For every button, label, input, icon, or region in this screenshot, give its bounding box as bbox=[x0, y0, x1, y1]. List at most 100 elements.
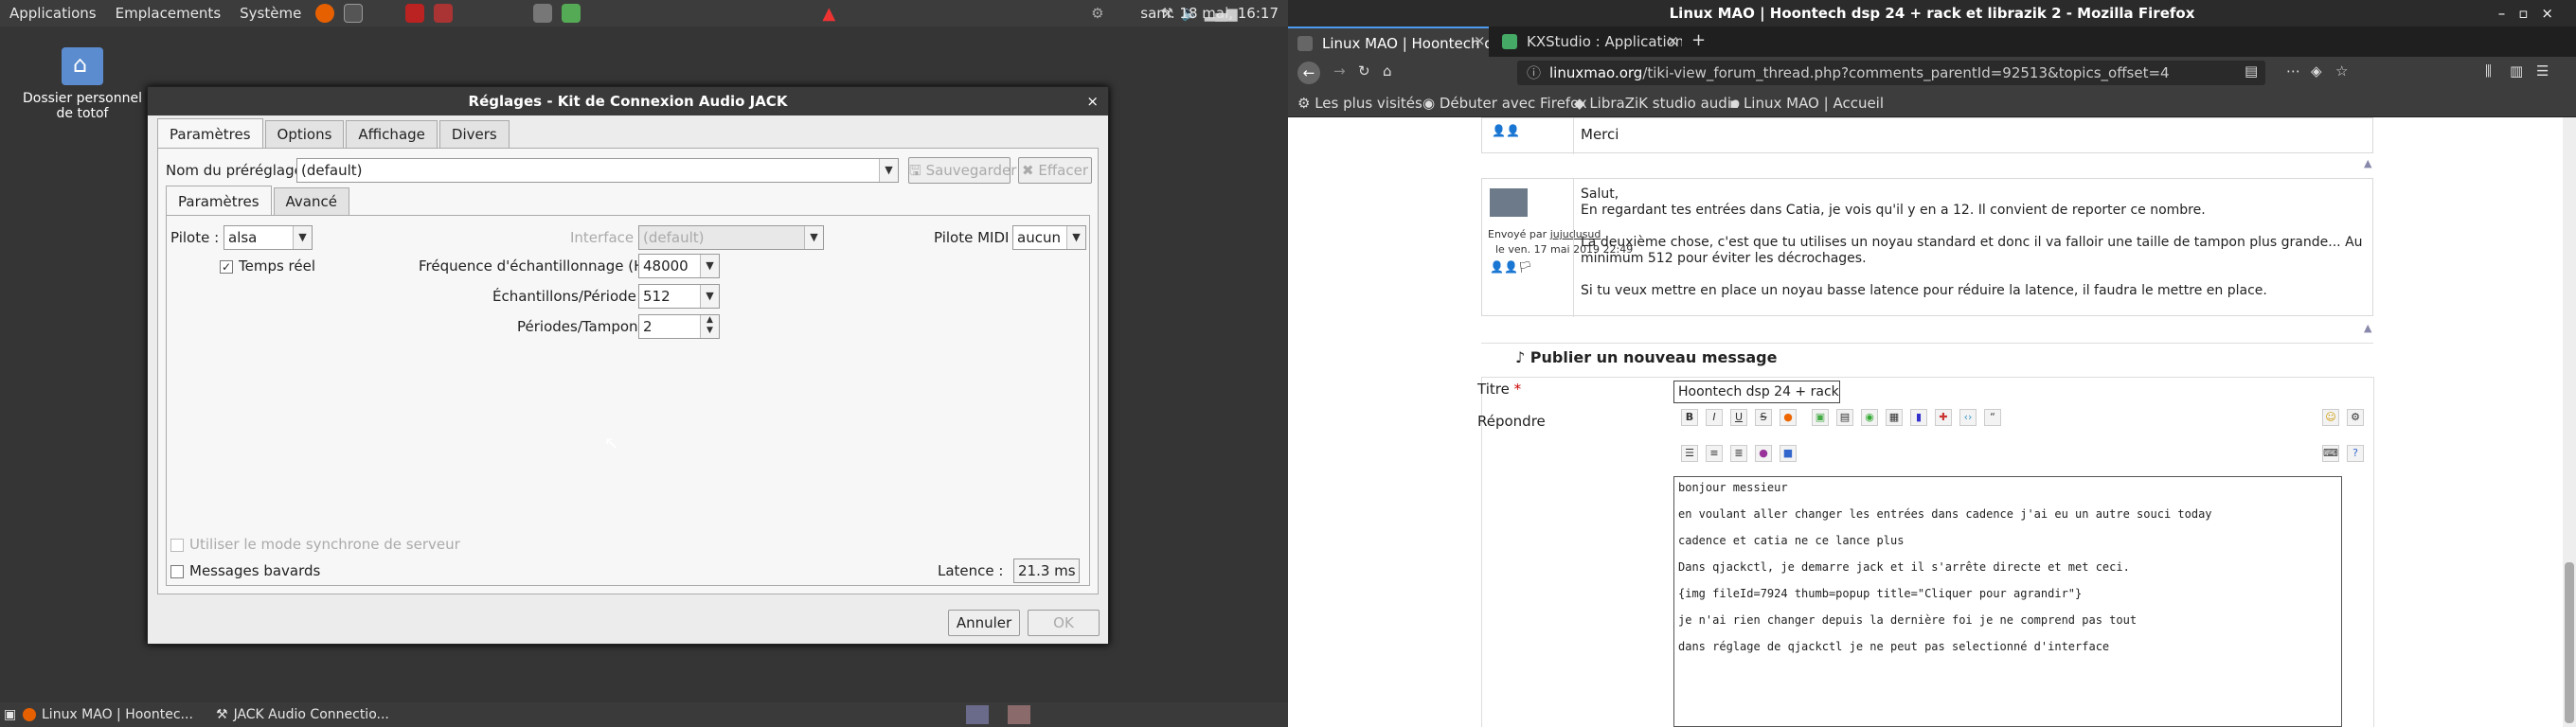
taskbar-item-qjackctl[interactable]: ⚒ JACK Audio Connectio... bbox=[216, 705, 389, 724]
verbose-checkbox[interactable]: Messages bavards bbox=[170, 559, 320, 583]
close-tab-icon[interactable]: × bbox=[1474, 32, 1486, 49]
app-launcher-icon[interactable] bbox=[405, 4, 425, 23]
close-icon[interactable]: × bbox=[1086, 87, 1099, 115]
firefox-icon bbox=[23, 708, 36, 721]
parameters-subpanel: Pilote : alsa ▼ ✓ Temps réel Interface : (… bbox=[166, 215, 1090, 586]
special-char-icon[interactable]: ● bbox=[1755, 445, 1772, 462]
reload-icon[interactable]: ↻ bbox=[1358, 62, 1370, 80]
tab-affichage[interactable]: Affichage bbox=[346, 120, 438, 148]
driver-combo[interactable]: alsa ▼ bbox=[224, 225, 313, 250]
library-icon[interactable]: ⫼ bbox=[2485, 62, 2492, 80]
flag-uk-icon[interactable]: ✚ bbox=[1935, 409, 1952, 426]
bookmark-most-visited[interactable]: ⚙ Les plus visités bbox=[1297, 89, 1422, 117]
spin-arrows-icon[interactable]: ▲ ▼ bbox=[700, 315, 719, 338]
underline-icon[interactable]: U bbox=[1730, 409, 1747, 426]
bookmark-star-icon[interactable]: ☆ bbox=[2335, 62, 2348, 80]
tray-settings-icon[interactable]: ⚙ bbox=[1091, 5, 1103, 22]
firefox-titlebar[interactable]: Linux MAO | Hoontech dsp 24 + rack et li… bbox=[1288, 0, 2576, 27]
workspace-2-icon[interactable] bbox=[1008, 705, 1030, 724]
samplerate-combo[interactable]: 48000 ▼ bbox=[638, 254, 720, 278]
sidebar-icon[interactable]: ▥ bbox=[2510, 62, 2523, 80]
strikethrough-icon[interactable]: S bbox=[1755, 409, 1772, 426]
browser-tab-linuxmao[interactable]: Linux MAO | Hoontech ds bbox=[1288, 27, 1489, 57]
midi-driver-combo[interactable]: aucun ▼ bbox=[1012, 225, 1086, 250]
dialog-titlebar[interactable]: Réglages - Kit de Connexion Audio JACK × bbox=[148, 87, 1108, 115]
forward-icon[interactable]: → bbox=[1333, 62, 1346, 80]
table-icon[interactable]: ▦ bbox=[1886, 409, 1903, 426]
quote-icon[interactable]: “ bbox=[1984, 409, 2001, 426]
cancel-button[interactable]: Annuler bbox=[948, 610, 1020, 636]
plugin-icon[interactable]: ⚙ bbox=[2347, 409, 2364, 426]
box-icon[interactable]: ■ bbox=[1780, 445, 1797, 462]
message-editor[interactable]: bonjour messieur en voulant aller change… bbox=[1673, 476, 2342, 727]
firefox-launcher-icon[interactable] bbox=[315, 4, 335, 23]
bookmark-linuxmao[interactable]: ▪ Linux MAO | Accueil bbox=[1729, 89, 1884, 117]
show-desktop-icon[interactable]: ▣ bbox=[4, 705, 16, 724]
info-icon[interactable]: ⓘ bbox=[1527, 61, 1541, 85]
interface-combo[interactable]: (default) ▼ bbox=[638, 225, 824, 250]
help-icon[interactable]: ? bbox=[2347, 445, 2364, 462]
numbered-list-icon[interactable]: ≡ bbox=[1706, 445, 1723, 462]
clock[interactable]: sam. 18 mai, 16:17 bbox=[1140, 0, 1279, 27]
tab-divers[interactable]: Divers bbox=[438, 120, 510, 148]
bookmark-librazik[interactable]: ◆ LibraZiK studio audio bbox=[1574, 89, 1740, 117]
chevron-down-icon: ▼ bbox=[1066, 226, 1085, 249]
bullet-list-icon[interactable]: ☰ bbox=[1681, 445, 1698, 462]
frames-combo[interactable]: 512 ▼ bbox=[638, 284, 720, 309]
title-input[interactable]: Hoontech dsp 24 + rack et bbox=[1673, 381, 1840, 403]
tab-parametres[interactable]: Paramètres bbox=[157, 118, 263, 148]
menu-icon[interactable]: ☰ bbox=[2536, 62, 2549, 80]
chevron-down-icon: ▼ bbox=[293, 226, 312, 249]
sync-mode-checkbox[interactable]: Utiliser le mode synchrone de serveur bbox=[170, 532, 460, 557]
menu-places[interactable]: Emplacements bbox=[106, 0, 231, 27]
page-scrollbar[interactable] bbox=[2563, 117, 2576, 727]
taskbar-item-firefox[interactable]: Linux MAO | Hoontec... bbox=[23, 705, 193, 724]
home-icon[interactable]: ⌂ bbox=[1383, 62, 1392, 80]
code-icon[interactable]: ‹› bbox=[1959, 409, 1977, 426]
workspace-1-icon[interactable] bbox=[966, 705, 989, 724]
bookmark-getting-started[interactable]: ◉ Débuter avec Firefox bbox=[1422, 89, 1587, 117]
scrollbar-thumb[interactable] bbox=[2565, 562, 2574, 723]
tab-options[interactable]: Options bbox=[264, 120, 345, 148]
align-icon[interactable]: ≣ bbox=[1730, 445, 1747, 462]
app-launcher-icon[interactable] bbox=[562, 4, 581, 23]
scroll-top-icon[interactable]: ▲ bbox=[2364, 157, 2371, 169]
page-content: 👤👤 Merci ▲ Envoyé par jujudusud le ven. … bbox=[1288, 117, 2576, 727]
italic-icon[interactable]: I bbox=[1706, 409, 1723, 426]
app-launcher-icon[interactable] bbox=[434, 4, 454, 23]
app-launcher-icon[interactable] bbox=[533, 4, 553, 23]
bold-icon[interactable]: B bbox=[1681, 409, 1698, 426]
scroll-top-icon[interactable]: ▲ bbox=[2364, 322, 2371, 334]
page-actions-icon[interactable]: ⋯ bbox=[2286, 62, 2300, 80]
keyboard-icon[interactable]: ⌨ bbox=[2322, 445, 2339, 462]
subtab-avance[interactable]: Avancé bbox=[273, 187, 349, 215]
preset-combo[interactable]: (default) ▼ bbox=[296, 158, 899, 183]
menu-system[interactable]: Système bbox=[230, 0, 311, 27]
terminal-launcher-icon[interactable] bbox=[344, 4, 364, 23]
url-bar[interactable]: ⓘ linuxmao.org/tiki-view_forum_thread.ph… bbox=[1517, 61, 2265, 85]
new-tab-icon[interactable]: + bbox=[1691, 30, 1706, 50]
tab-favicon-icon bbox=[1297, 36, 1313, 51]
subtab-parametres[interactable]: Paramètres bbox=[166, 186, 272, 215]
image-icon[interactable]: ▣ bbox=[1812, 409, 1829, 426]
periods-spinbox[interactable]: 2 ▲ ▼ bbox=[638, 314, 720, 339]
browser-tab-kxstudio[interactable]: KXStudio : Applications : bbox=[1493, 27, 1682, 57]
save-preset-button[interactable]: 🖫 Sauvegarder bbox=[908, 157, 1016, 184]
ok-button[interactable]: OK bbox=[1028, 610, 1100, 636]
smiley-icon[interactable]: ☺ bbox=[2322, 409, 2339, 426]
close-tab-icon[interactable]: × bbox=[1667, 32, 1679, 49]
menu-applications[interactable]: Applications bbox=[0, 0, 106, 27]
reader-view-icon[interactable]: ▤ bbox=[2245, 62, 2258, 80]
pocket-icon[interactable]: ◈ bbox=[2311, 62, 2322, 80]
alert-triangle-icon[interactable]: ▲ bbox=[822, 4, 835, 24]
window-controls[interactable]: –▫× bbox=[2498, 0, 2567, 27]
flag-fr-icon[interactable]: ▮ bbox=[1910, 409, 1927, 426]
link-icon[interactable]: ◉ bbox=[1861, 409, 1878, 426]
color-icon[interactable]: ● bbox=[1780, 409, 1797, 426]
back-icon[interactable]: ← bbox=[1297, 62, 1320, 84]
realtime-checkbox[interactable]: ✓ Temps réel bbox=[220, 254, 315, 278]
desktop-icon-label: Dossier personnel de totof bbox=[22, 91, 142, 121]
desktop-icon-home[interactable]: Dossier personnel de totof bbox=[21, 47, 144, 121]
delete-preset-button[interactable]: ✖ Effacer bbox=[1018, 157, 1092, 184]
file-icon[interactable]: ▤ bbox=[1836, 409, 1853, 426]
